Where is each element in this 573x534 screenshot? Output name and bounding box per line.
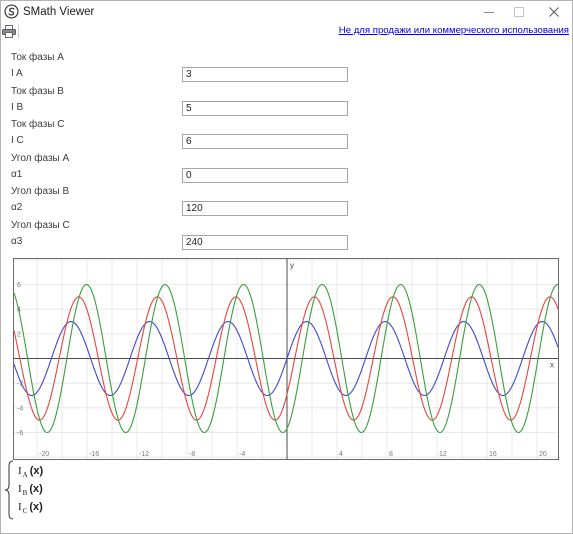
- legend-entry-ia: IA (x): [18, 464, 43, 479]
- maximize-icon: [514, 7, 524, 17]
- legend-subscript: B: [22, 489, 28, 497]
- license-link[interactable]: Не для продажи или коммерческого использ…: [339, 25, 569, 37]
- y-tick-label: -4: [17, 405, 23, 412]
- legend-symbol: I: [18, 465, 22, 477]
- x-tick-label: -8: [189, 451, 195, 458]
- minimize-icon: [484, 12, 494, 13]
- title-bar[interactable]: SMath Viewer: [1, 1, 572, 23]
- close-icon: [549, 7, 559, 17]
- x-tick-label: -20: [39, 451, 49, 458]
- x-axis-label: x: [550, 361, 554, 370]
- legend-subscript: A: [22, 471, 28, 479]
- ic-label: I C: [11, 135, 24, 146]
- x-tick-label: -12: [139, 451, 149, 458]
- smath-logo-icon: [4, 4, 19, 19]
- close-button[interactable]: [539, 1, 569, 23]
- maximize-button[interactable]: [504, 1, 534, 23]
- ib-label: I B: [11, 102, 24, 113]
- y-tick-label: 2: [17, 331, 21, 338]
- legend-argument: (x): [29, 483, 43, 495]
- phase-b-current-heading: Ток фазы В: [11, 86, 64, 97]
- phase-current-plot[interactable]: -20 -16 -12 -8 -4 4 8 12 16 20642-2-4-6xy: [13, 258, 559, 460]
- alpha1-label: α1: [11, 169, 23, 180]
- y-tick-label: -6: [17, 430, 23, 437]
- x-tick-label: 12: [439, 451, 447, 458]
- x-tick-label: 20: [539, 451, 547, 458]
- ib-input[interactable]: [182, 101, 348, 116]
- alpha2-input[interactable]: [182, 201, 348, 216]
- print-button[interactable]: [2, 25, 16, 38]
- x-tick-label: 16: [489, 451, 497, 458]
- alpha2-label: α2: [11, 202, 23, 213]
- alpha3-label: α3: [11, 236, 23, 247]
- y-tick-label: 6: [17, 282, 21, 289]
- x-tick-label: -4: [239, 451, 245, 458]
- phase-c-current-heading: Ток фазы С: [11, 119, 65, 130]
- phase-c-angle-heading: Угол фазы С: [11, 220, 70, 231]
- alpha3-input[interactable]: [182, 235, 348, 250]
- legend-argument: (x): [29, 501, 43, 513]
- ic-input[interactable]: [182, 134, 348, 149]
- ia-label: I A: [11, 68, 23, 79]
- y-axis-label: y: [290, 261, 294, 270]
- window-title: SMath Viewer: [23, 6, 95, 18]
- legend-subscript: C: [22, 507, 28, 515]
- legend-entry-ic: IC (x): [18, 500, 43, 515]
- alpha1-input[interactable]: [182, 168, 348, 183]
- phase-a-current-heading: Ток фазы А: [11, 52, 64, 63]
- legend-symbol: I: [18, 483, 22, 495]
- x-tick-label: 8: [389, 451, 393, 458]
- phase-b-angle-heading: Угол фазы В: [11, 186, 70, 197]
- legend-argument: (x): [29, 465, 44, 477]
- legend-entry-ib: IB (x): [18, 482, 43, 497]
- minimize-button[interactable]: [474, 1, 504, 23]
- ia-input[interactable]: [182, 67, 348, 82]
- legend-symbol: I: [18, 501, 22, 513]
- x-tick-label: 4: [339, 451, 343, 458]
- print-icon: [2, 25, 16, 38]
- x-tick-label: -16: [89, 451, 99, 458]
- legend-brace: [4, 460, 14, 520]
- smath-viewer-window: SMath Viewer Не для продажи или коммерче…: [0, 0, 573, 534]
- phase-a-angle-heading: Угол фазы А: [11, 153, 70, 164]
- toolbar: Не для продажи или коммерческого использ…: [1, 23, 572, 40]
- toolbar-separator: [18, 25, 19, 38]
